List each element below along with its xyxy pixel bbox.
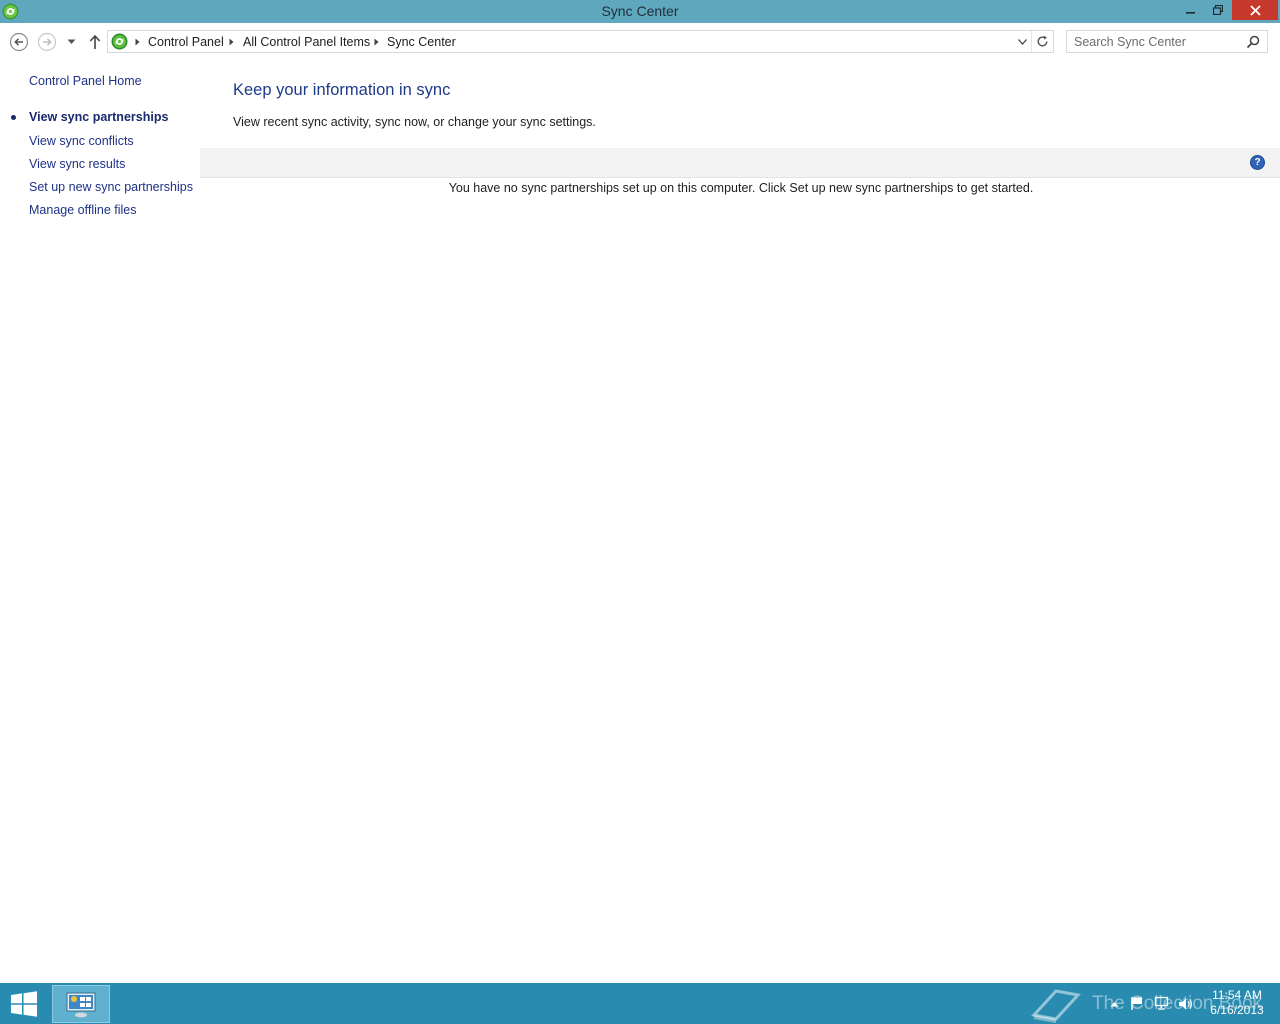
breadcrumb-all-control-panel-items[interactable]: All Control Panel Items bbox=[243, 35, 370, 49]
address-history-dropdown[interactable] bbox=[1013, 31, 1031, 52]
page-title: Keep your information in sync bbox=[233, 81, 451, 99]
network-icon[interactable] bbox=[1152, 983, 1170, 1024]
recent-locations-button[interactable] bbox=[63, 31, 79, 53]
search-icon[interactable] bbox=[1245, 34, 1261, 50]
taskbar: The Collection Book 11:54 AM 6/16/2013 bbox=[0, 983, 1280, 1024]
chevron-down-icon bbox=[1017, 38, 1027, 45]
close-button[interactable] bbox=[1232, 0, 1278, 20]
sidebar-item-set-up-new-sync-partnerships[interactable]: Set up new sync partnerships bbox=[29, 180, 193, 194]
chevron-up-icon bbox=[1110, 1001, 1118, 1006]
windows-logo-icon[interactable] bbox=[10, 991, 38, 1017]
book-icon bbox=[1031, 988, 1081, 1023]
window-title: Sync Center bbox=[601, 3, 679, 19]
chevron-down-icon bbox=[67, 39, 75, 44]
volume-icon[interactable] bbox=[1176, 983, 1194, 1024]
minimize-icon bbox=[1186, 12, 1195, 14]
title-bar: Sync Center bbox=[0, 0, 1280, 23]
navigation-bar: Control Panel All Control Panel Items Sy… bbox=[0, 23, 1280, 59]
command-toolbar: ? bbox=[200, 148, 1280, 178]
sidebar-item-view-sync-conflicts[interactable]: View sync conflicts bbox=[29, 134, 134, 148]
back-arrow-icon bbox=[9, 32, 29, 52]
flag-icon bbox=[1131, 997, 1142, 1010]
forward-arrow-icon bbox=[37, 32, 57, 52]
forward-button[interactable] bbox=[36, 31, 58, 53]
chevron-right-icon bbox=[229, 38, 233, 46]
restore-button[interactable] bbox=[1205, 0, 1231, 20]
refresh-button[interactable] bbox=[1031, 31, 1053, 52]
network-icon bbox=[1154, 996, 1168, 1010]
control-panel-home-link[interactable]: Control Panel Home bbox=[29, 74, 142, 88]
system-clock[interactable]: 11:54 AM 6/16/2013 bbox=[1202, 988, 1272, 1018]
speaker-icon bbox=[1178, 998, 1192, 1009]
taskbar-item-control-panel[interactable] bbox=[52, 985, 110, 1023]
active-item-bullet bbox=[11, 115, 16, 120]
up-arrow-icon bbox=[89, 34, 101, 49]
back-button[interactable] bbox=[8, 31, 30, 53]
up-button[interactable] bbox=[84, 31, 106, 53]
action-center-icon[interactable] bbox=[1128, 983, 1146, 1024]
sidebar-item-manage-offline-files[interactable]: Manage offline files bbox=[29, 203, 136, 217]
search-box[interactable] bbox=[1066, 30, 1268, 53]
sidebar-item-view-sync-results[interactable]: View sync results bbox=[29, 157, 125, 171]
show-hidden-icons-button[interactable] bbox=[1105, 983, 1123, 1024]
clock-date: 6/16/2013 bbox=[1210, 1003, 1264, 1017]
breadcrumb-separator[interactable] bbox=[226, 36, 236, 48]
left-task-pane: Control Panel Home View sync partnership… bbox=[0, 59, 200, 983]
restore-icon bbox=[1213, 5, 1223, 15]
sync-center-icon bbox=[111, 33, 128, 50]
help-icon[interactable]: ? bbox=[1250, 155, 1265, 170]
close-icon bbox=[1249, 4, 1261, 16]
address-bar[interactable]: Control Panel All Control Panel Items Sy… bbox=[107, 30, 1054, 53]
minimize-button[interactable] bbox=[1178, 0, 1204, 20]
clock-time: 11:54 AM bbox=[1212, 988, 1262, 1002]
control-panel-icon bbox=[66, 992, 96, 1018]
breadcrumb-separator[interactable] bbox=[132, 36, 142, 48]
search-input[interactable] bbox=[1067, 31, 1243, 52]
main-content: Keep your information in sync View recen… bbox=[200, 59, 1280, 983]
breadcrumb-sync-center[interactable]: Sync Center bbox=[387, 35, 456, 49]
sidebar-item-view-sync-partnerships[interactable]: View sync partnerships bbox=[29, 110, 168, 124]
breadcrumb-control-panel[interactable]: Control Panel bbox=[148, 35, 224, 49]
chevron-right-icon bbox=[135, 38, 139, 46]
breadcrumb-separator[interactable] bbox=[371, 36, 381, 48]
empty-state-message: You have no sync partnerships set up on … bbox=[448, 181, 1034, 195]
chevron-right-icon bbox=[374, 38, 378, 46]
page-description: View recent sync activity, sync now, or … bbox=[233, 115, 596, 129]
refresh-icon bbox=[1037, 35, 1048, 47]
